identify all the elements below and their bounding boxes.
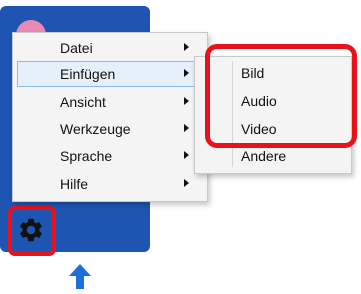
submenu-item-andere[interactable]: Andere [241, 148, 286, 164]
menu-item-label: Ansicht [60, 94, 106, 110]
menu-item-hilfe[interactable]: Hilfe [17, 171, 203, 197]
stage: Datei Einfügen Ansicht Werkzeuge Sprache… [0, 0, 361, 294]
menu-item-einfuegen[interactable]: Einfügen [17, 61, 203, 87]
context-menu: Datei Einfügen Ansicht Werkzeuge Sprache… [12, 32, 208, 202]
menu-item-label: Werkzeuge [60, 121, 131, 137]
submenu-arrow-icon [184, 69, 189, 77]
menu-item-sprache[interactable]: Sprache [17, 143, 203, 169]
submenu-arrow-icon [184, 124, 189, 132]
arrow-up-icon [69, 264, 91, 289]
menu-item-ansicht[interactable]: Ansicht [17, 89, 203, 115]
menu-item-label: Hilfe [60, 176, 89, 192]
submenu-arrow-icon [184, 97, 189, 105]
submenu-arrow-icon [184, 179, 189, 187]
submenu-arrow-icon [184, 43, 189, 51]
menu-item-datei[interactable]: Datei [17, 35, 203, 61]
gear-icon[interactable] [17, 216, 45, 244]
submenu-arrow-icon [184, 151, 189, 159]
menu-item-label: Sprache [60, 148, 113, 164]
menu-item-label: Datei [60, 40, 93, 56]
menu-item-label: Einfügen [60, 66, 116, 82]
menu-item-werkzeuge[interactable]: Werkzeuge [17, 116, 203, 142]
submenu-highlight-frame [205, 44, 357, 148]
